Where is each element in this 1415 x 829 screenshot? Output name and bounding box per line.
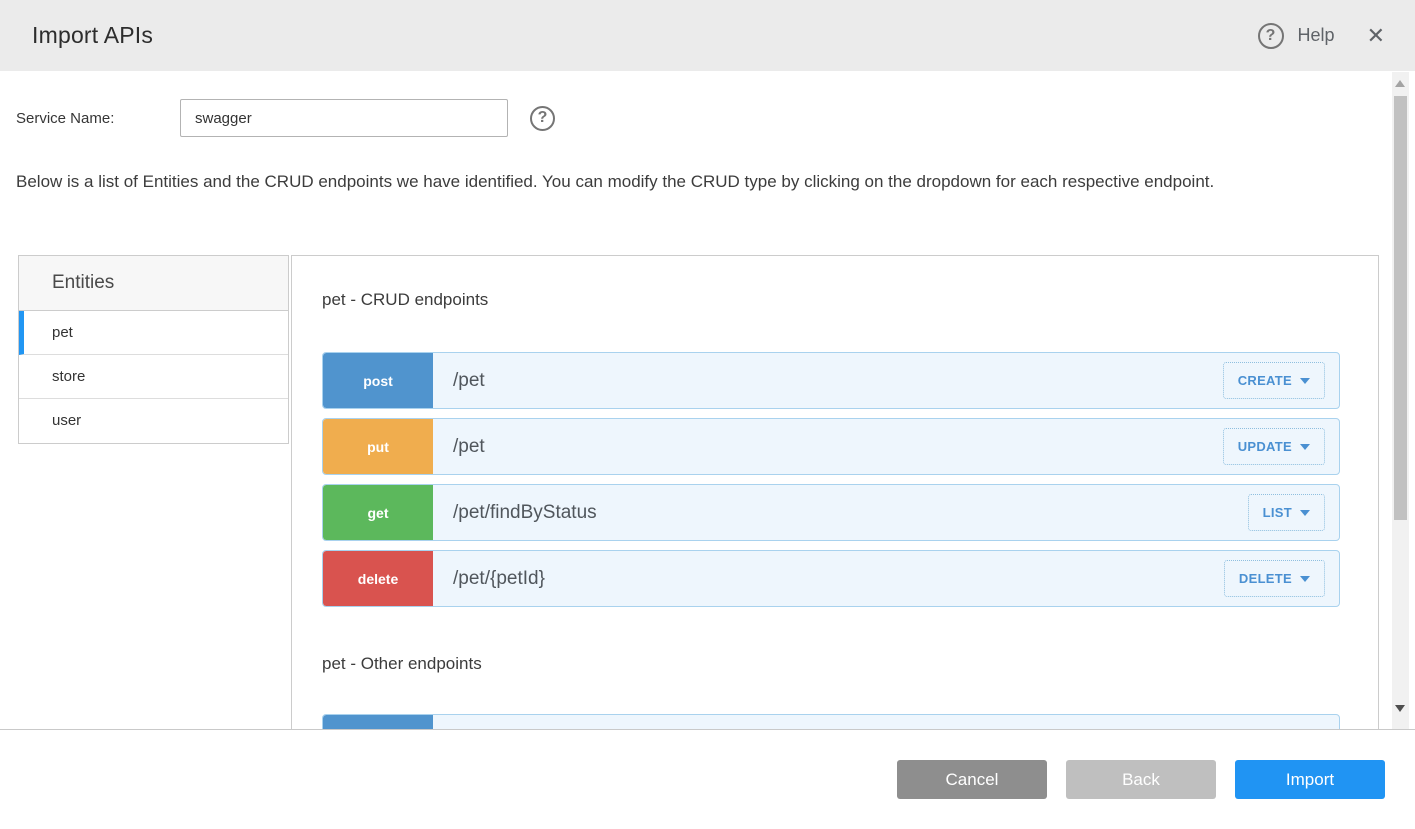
crud-endpoint-rows: post /pet CREATE put /pet UPDATE bbox=[322, 352, 1340, 607]
endpoint-row: get /pet/findByStatus LIST bbox=[322, 484, 1340, 541]
endpoint-path: /pet/{petId} bbox=[433, 568, 1224, 590]
help-link[interactable]: Help bbox=[1298, 25, 1335, 46]
service-name-input[interactable] bbox=[180, 99, 508, 137]
endpoint-path: /pet bbox=[433, 436, 1223, 458]
crud-type-dropdown[interactable]: UPDATE bbox=[1223, 428, 1325, 465]
crud-type-label: DELETE bbox=[1239, 571, 1292, 586]
service-name-row: Service Name: ? bbox=[16, 99, 555, 137]
endpoint-row-partial: post bbox=[322, 714, 1340, 730]
instructions-text: Below is a list of Entities and the CRUD… bbox=[16, 170, 1308, 193]
method-badge-get: get bbox=[323, 485, 433, 540]
endpoint-row: delete /pet/{petId} DELETE bbox=[322, 550, 1340, 607]
chevron-down-icon bbox=[1300, 576, 1310, 582]
other-endpoint-rows: post bbox=[322, 714, 1340, 730]
scrollbar-thumb[interactable] bbox=[1394, 96, 1407, 520]
crud-type-label: UPDATE bbox=[1238, 439, 1292, 454]
import-button[interactable]: Import bbox=[1235, 760, 1385, 799]
chevron-down-icon bbox=[1300, 378, 1310, 384]
vertical-scrollbar bbox=[1392, 72, 1409, 730]
crud-type-dropdown[interactable]: CREATE bbox=[1223, 362, 1325, 399]
dialog-title: Import APIs bbox=[32, 22, 153, 49]
dialog-header: Import APIs ? Help ✕ bbox=[0, 0, 1415, 71]
other-endpoints-heading: pet - Other endpoints bbox=[322, 654, 1340, 674]
crud-type-dropdown[interactable]: DELETE bbox=[1224, 560, 1325, 597]
method-badge-post: post bbox=[323, 715, 433, 730]
entity-item-pet[interactable]: pet bbox=[19, 311, 288, 355]
method-badge-delete: delete bbox=[323, 551, 433, 606]
crud-endpoints-heading: pet - CRUD endpoints bbox=[322, 290, 1340, 310]
cancel-button[interactable]: Cancel bbox=[897, 760, 1047, 799]
close-icon[interactable]: ✕ bbox=[1367, 25, 1385, 47]
method-badge-put: put bbox=[323, 419, 433, 474]
method-badge-post: post bbox=[323, 353, 433, 408]
import-apis-dialog: Import APIs ? Help ✕ Service Name: ? Bel… bbox=[0, 0, 1415, 829]
endpoint-path: /pet bbox=[433, 370, 1223, 392]
entity-item-user[interactable]: user bbox=[19, 399, 288, 443]
service-help-icon[interactable]: ? bbox=[530, 106, 555, 131]
help-icon[interactable]: ? bbox=[1258, 23, 1284, 49]
scroll-down-arrow-icon[interactable] bbox=[1395, 705, 1405, 712]
chevron-down-icon bbox=[1300, 510, 1310, 516]
crud-type-label: CREATE bbox=[1238, 373, 1292, 388]
scroll-up-arrow-icon[interactable] bbox=[1395, 80, 1405, 87]
crud-type-dropdown[interactable] bbox=[1277, 729, 1325, 731]
endpoint-row: put /pet UPDATE bbox=[322, 418, 1340, 475]
endpoint-row: post /pet CREATE bbox=[322, 352, 1340, 409]
entity-item-store[interactable]: store bbox=[19, 355, 288, 399]
crud-type-dropdown[interactable]: LIST bbox=[1248, 494, 1325, 531]
dialog-footer: Cancel Back Import bbox=[0, 731, 1415, 829]
entities-title: Entities bbox=[19, 256, 288, 311]
endpoint-path: /pet/findByStatus bbox=[433, 502, 1248, 524]
crud-type-label: LIST bbox=[1263, 505, 1292, 520]
service-name-label: Service Name: bbox=[16, 110, 180, 127]
chevron-down-icon bbox=[1300, 444, 1310, 450]
dialog-body: Service Name: ? Below is a list of Entit… bbox=[0, 72, 1415, 730]
endpoints-panel: pet - CRUD endpoints post /pet CREATE pu… bbox=[291, 255, 1379, 730]
back-button[interactable]: Back bbox=[1066, 760, 1216, 799]
entities-panel: Entities pet store user bbox=[18, 255, 289, 444]
header-actions: ? Help ✕ bbox=[1258, 23, 1385, 49]
